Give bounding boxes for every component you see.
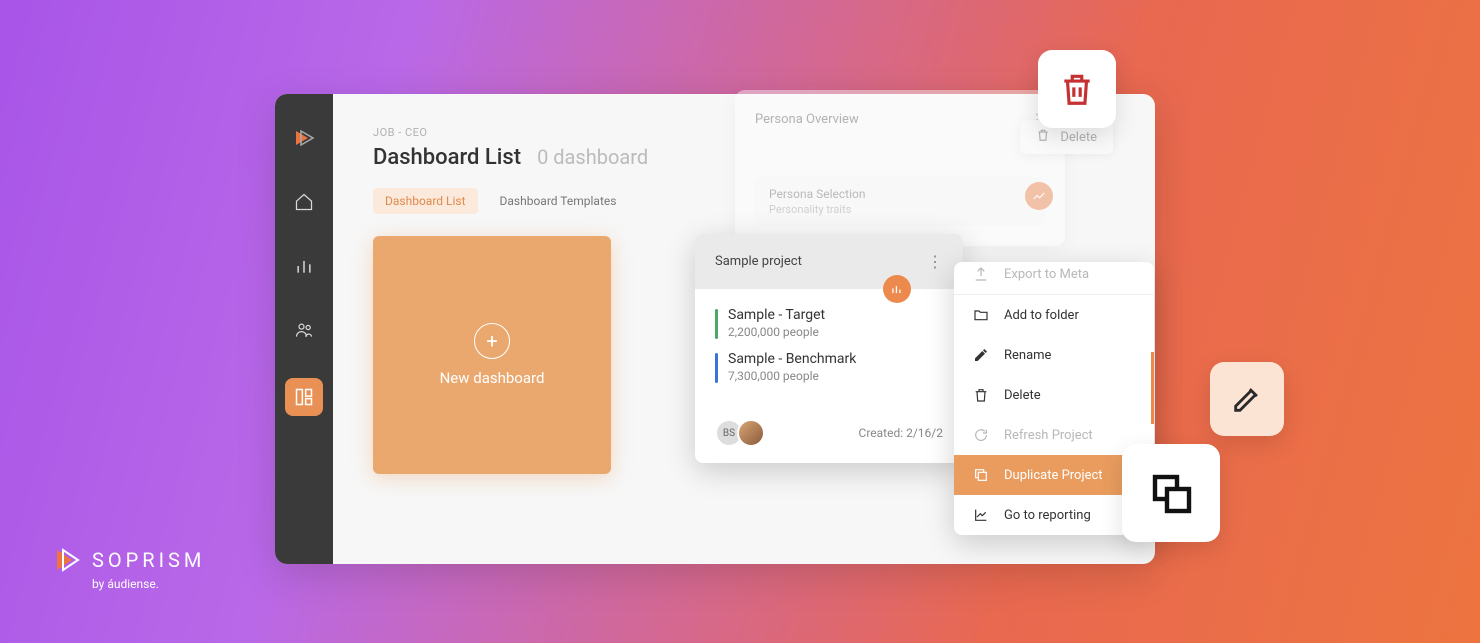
sample-project-card: Sample project ⋮ Sample - Target 2,200,0…	[695, 234, 963, 463]
logo-icon[interactable]	[288, 122, 320, 154]
home-icon[interactable]	[288, 186, 320, 218]
menu-label: Delete	[1004, 388, 1041, 403]
page-title: Dashboard List	[373, 145, 521, 170]
indicator-bar	[715, 309, 718, 339]
sample-benchmark-name: Sample - Benchmark	[728, 351, 856, 367]
menu-label: Go to reporting	[1004, 508, 1091, 523]
menu-delete[interactable]: Delete	[954, 375, 1154, 415]
avatar-photo	[737, 419, 765, 447]
copy-float-button[interactable]	[1122, 444, 1220, 542]
menu-label: Rename	[1004, 348, 1051, 363]
menu-add-folder[interactable]: Add to folder	[954, 295, 1154, 335]
menu-label: Refresh Project	[1004, 428, 1093, 443]
persona-title: Persona Overview	[755, 112, 859, 127]
chart-circle-icon	[1025, 182, 1053, 210]
sample-project-title: Sample project	[715, 254, 802, 269]
brand-logo: SOPRISM by áudiense.	[52, 545, 205, 591]
plus-icon: +	[474, 323, 510, 359]
new-dashboard-label: New dashboard	[440, 369, 545, 387]
menu-export-meta[interactable]: Export to Meta	[954, 262, 1154, 295]
sample-benchmark-people: 7,300,000 people	[728, 369, 856, 383]
persona-overview-card: Persona Overview ⋮ Delete Persona Select…	[735, 90, 1065, 246]
brand-name: SOPRISM	[92, 548, 205, 572]
tab-dashboard-templates[interactable]: Dashboard Templates	[488, 188, 629, 214]
pencil-icon	[972, 347, 990, 363]
persona-selection-title: Persona Selection	[769, 187, 1031, 201]
sidebar	[275, 94, 333, 564]
edit-float-button[interactable]	[1210, 362, 1284, 436]
sample-target-item[interactable]: Sample - Target 2,200,000 people	[715, 307, 943, 339]
logo-mark-icon	[52, 545, 82, 575]
menu-label: Export to Meta	[1004, 267, 1089, 282]
page-subtitle: 0 dashboard	[537, 145, 648, 169]
trash-icon	[1036, 128, 1050, 146]
indicator-bar	[715, 353, 718, 383]
menu-label: Add to folder	[1004, 308, 1079, 323]
brand-byline: by áudiense.	[92, 577, 205, 591]
new-dashboard-button[interactable]: + New dashboard	[373, 236, 611, 474]
sample-benchmark-item[interactable]: Sample - Benchmark 7,300,000 people	[715, 351, 943, 383]
duplicate-icon	[972, 467, 990, 483]
refresh-icon	[972, 427, 990, 443]
menu-label: Duplicate Project	[1004, 468, 1103, 483]
trash-icon	[972, 387, 990, 403]
more-icon[interactable]: ⋮	[927, 252, 943, 271]
avatar-group: BS	[715, 419, 765, 447]
users-icon[interactable]	[288, 314, 320, 346]
export-icon	[972, 266, 990, 282]
sample-target-people: 2,200,000 people	[728, 325, 825, 339]
chart-icon[interactable]	[288, 250, 320, 282]
sample-target-name: Sample - Target	[728, 307, 825, 323]
menu-rename[interactable]: Rename	[954, 335, 1154, 375]
trash-float-button[interactable]	[1038, 50, 1116, 128]
chart-badge-icon	[883, 275, 911, 303]
persona-trait-label: Personality traits	[769, 203, 1031, 216]
folder-icon	[972, 307, 990, 323]
delete-label: Delete	[1060, 130, 1097, 145]
dashboard-icon[interactable]	[285, 378, 323, 416]
chart-line-icon	[972, 507, 990, 523]
created-date: Created: 2/16/2	[859, 426, 943, 440]
scrollbar[interactable]	[1151, 352, 1154, 424]
tab-dashboard-list[interactable]: Dashboard List	[373, 188, 478, 214]
